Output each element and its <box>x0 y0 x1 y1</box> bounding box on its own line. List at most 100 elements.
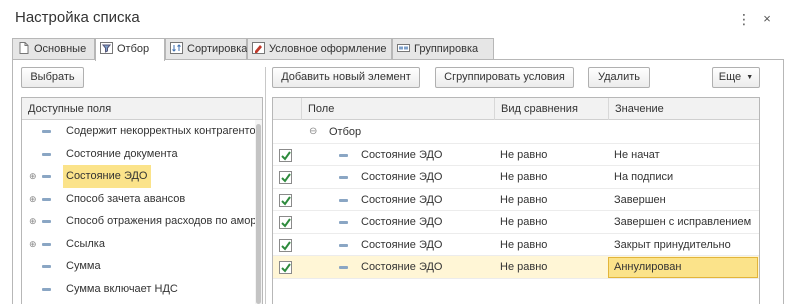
field-cell: Состояние ЭДО <box>361 238 443 251</box>
checkmark-icon <box>281 195 291 206</box>
field-icon <box>339 266 348 269</box>
document-icon <box>19 42 29 54</box>
window-title: Настройка списка <box>15 9 140 26</box>
group-label: Отбор <box>329 126 362 138</box>
checkmark-icon <box>281 173 291 183</box>
table-row[interactable]: Состояние ЭДО Не равно Завершен <box>273 189 759 211</box>
field-icon <box>42 242 51 246</box>
select-button[interactable]: Выбрать <box>21 67 84 88</box>
field-cell: Состояние ЭДО <box>361 261 443 273</box>
title-bar: Настройка списка ⋮ × <box>0 0 786 36</box>
column-comparison[interactable]: Вид сравнения <box>494 98 608 120</box>
field-label: Сумма включает НДС <box>66 282 178 295</box>
row-checkbox[interactable] <box>279 261 292 274</box>
panel-splitter[interactable] <box>265 67 266 304</box>
field-label: Способ зачета авансов <box>66 192 186 205</box>
field-cell: Состояние ЭДО <box>361 148 443 161</box>
tab-conditional-format[interactable]: Условное оформление <box>247 38 392 60</box>
table-row-selected[interactable]: Состояние ЭДО Не равно Аннулирован <box>273 256 759 279</box>
table-row[interactable]: Состояние ЭДО Не равно Закрыт принудител… <box>273 234 759 256</box>
table-row[interactable]: Состояние ЭДО Не равно На подписи <box>273 166 759 189</box>
conditional-format-icon <box>252 42 265 54</box>
field-icon <box>339 153 348 157</box>
list-item[interactable]: Сумма <box>22 255 262 278</box>
fields-scrollbar[interactable] <box>255 120 262 304</box>
expand-icon[interactable]: ⊕ <box>29 210 37 233</box>
field-label: Состояние ЭДО <box>63 165 151 188</box>
comparison-cell: Не равно <box>500 261 548 273</box>
column-field[interactable]: Поле <box>301 98 494 120</box>
available-fields-list: Доступные поля Содержит некорректных кон… <box>21 97 263 304</box>
field-icon <box>42 197 51 201</box>
checkmark-icon <box>281 240 291 251</box>
value-cell: Завершен <box>614 193 666 206</box>
expand-icon[interactable]: ⊕ <box>29 188 37 211</box>
tab-main[interactable]: Основные <box>12 38 95 60</box>
field-label: Содержит некорректных контрагентов <box>66 125 262 137</box>
value-cell: Завершен с исправлением <box>614 216 752 228</box>
add-element-button[interactable]: Добавить новый элемент <box>272 67 420 88</box>
tab-sort[interactable]: Сортировка <box>165 38 247 60</box>
field-icon <box>42 287 51 291</box>
checkmark-icon <box>281 263 291 273</box>
filter-icon <box>100 42 113 54</box>
field-cell: Состояние ЭДО <box>361 171 443 183</box>
tab-filter[interactable]: Отбор <box>95 38 165 61</box>
expand-icon[interactable]: ⊕ <box>29 233 37 256</box>
tab-bar: Основные Отбор Сортировка Условное оформ… <box>12 38 784 61</box>
list-item[interactable]: ⊕ Способ зачета авансов <box>22 188 262 211</box>
checkmark-icon <box>281 218 291 228</box>
field-icon <box>42 175 51 178</box>
row-checkbox[interactable] <box>279 238 292 252</box>
table-row[interactable]: Состояние ЭДО Не равно Завершен с исправ… <box>273 211 759 234</box>
more-actions-icon[interactable]: ⋮ <box>737 10 751 28</box>
list-item[interactable]: ⊕ Способ отражения расходов по амортизац… <box>22 210 262 233</box>
comparison-cell: Не равно <box>500 216 548 228</box>
value-cell: Закрыт принудительно <box>614 238 731 251</box>
list-item[interactable]: ⊕ Ссылка <box>22 233 262 256</box>
expand-icon[interactable]: ⊕ <box>29 165 37 188</box>
tab-label: Сортировка <box>187 43 248 55</box>
field-cell: Состояние ЭДО <box>361 216 443 228</box>
list-item[interactable]: Содержит некорректных контрагентов <box>22 120 262 143</box>
table-row[interactable]: Состояние ЭДО Не равно Не начат <box>273 144 759 166</box>
row-checkbox[interactable] <box>279 193 292 207</box>
scrollbar-thumb[interactable] <box>256 124 261 304</box>
column-value[interactable]: Значение <box>608 98 759 120</box>
comparison-cell: Не равно <box>500 193 548 206</box>
filter-table: Поле Вид сравнения Значение ⊖ Отбор Сост… <box>272 97 760 304</box>
more-button-label: Еще <box>718 71 742 83</box>
value-cell: Не начат <box>614 148 660 161</box>
list-item[interactable]: Состояние документа <box>22 143 262 166</box>
close-icon[interactable]: × <box>760 10 774 28</box>
group-conditions-button[interactable]: Сгруппировать условия <box>435 67 574 88</box>
value-cell-editing[interactable]: Аннулирован <box>608 257 758 278</box>
available-fields-header: Доступные поля <box>22 98 262 120</box>
field-cell: Состояние ЭДО <box>361 193 443 206</box>
field-icon <box>42 220 51 223</box>
tab-label: Основные <box>34 43 87 55</box>
value-cell: На подписи <box>614 171 674 183</box>
field-label: Ссылка <box>66 237 105 250</box>
group-row[interactable]: ⊖ Отбор <box>273 121 759 144</box>
tab-label: Отбор <box>117 43 150 55</box>
collapse-icon[interactable]: ⊖ <box>309 121 317 144</box>
field-icon <box>339 176 348 179</box>
field-label: Состояние документа <box>66 147 178 160</box>
delete-button[interactable]: Удалить <box>588 67 650 88</box>
field-icon <box>42 130 51 133</box>
tab-grouping[interactable]: Группировка <box>392 38 494 60</box>
field-icon <box>42 152 51 156</box>
list-item[interactable]: ⊕ Состояние ЭДО <box>22 165 262 188</box>
chevron-down-icon: ▼ <box>746 74 754 81</box>
checkmark-icon <box>281 150 291 161</box>
list-item[interactable]: Сумма включает НДС <box>22 278 262 301</box>
row-checkbox[interactable] <box>279 148 292 162</box>
comparison-cell: Не равно <box>500 171 548 183</box>
comparison-cell: Не равно <box>500 148 548 161</box>
more-button[interactable]: Еще ▼ <box>712 67 760 88</box>
grouping-icon <box>397 44 410 52</box>
table-header: Поле Вид сравнения Значение <box>273 98 759 120</box>
row-checkbox[interactable] <box>279 171 292 184</box>
row-checkbox[interactable] <box>279 216 292 229</box>
